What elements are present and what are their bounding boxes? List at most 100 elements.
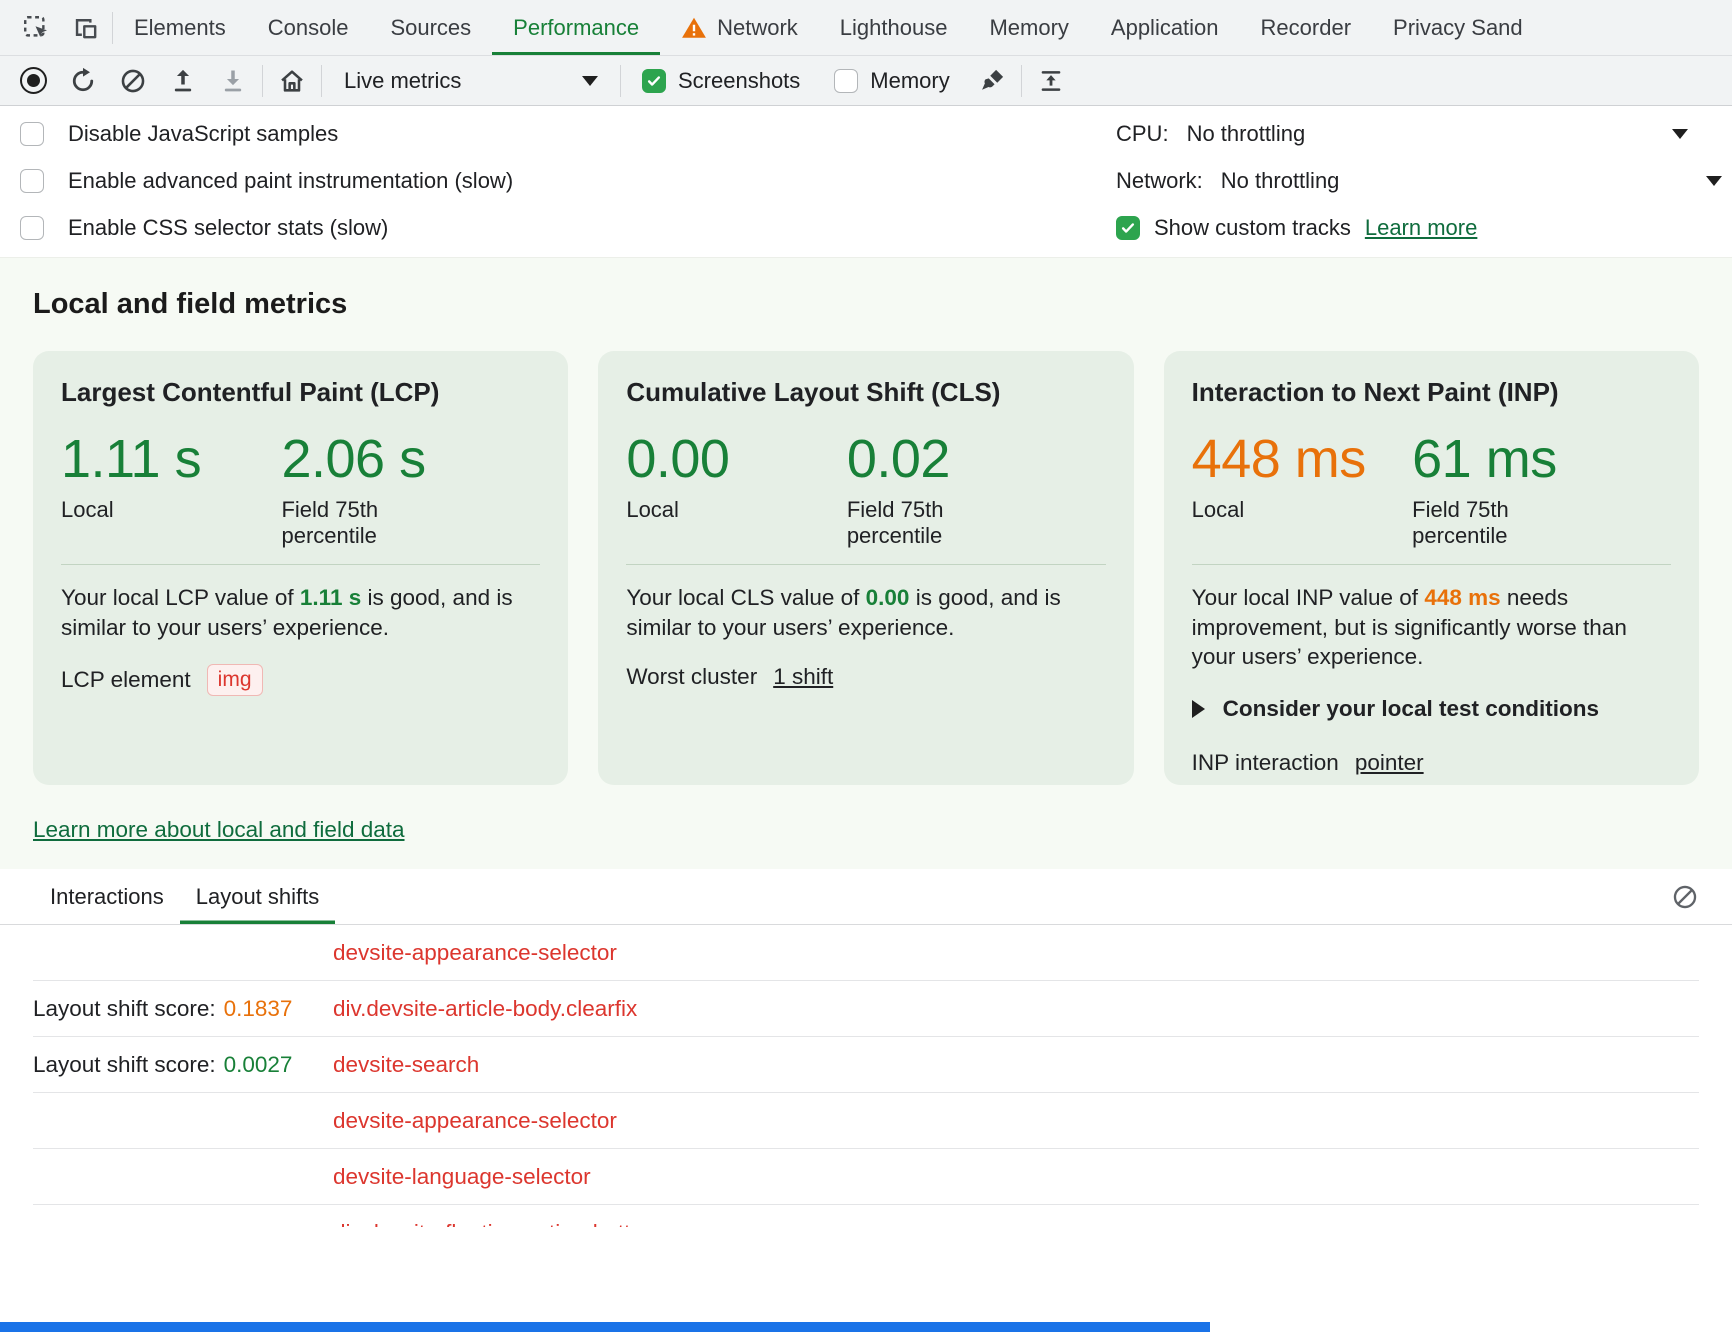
element-link[interactable]: devsite-appearance-selector bbox=[333, 940, 617, 966]
cls-local-value: 0.00 bbox=[626, 432, 846, 487]
worst-cluster-link[interactable]: 1 shift bbox=[773, 664, 833, 690]
tab-elements[interactable]: Elements bbox=[113, 0, 247, 55]
cls-values: 0.00 Local 0.02 Field 75th percentile bbox=[626, 432, 1105, 550]
scroll-indicator-bar[interactable] bbox=[0, 1322, 1210, 1332]
tab-privacy-sandbox[interactable]: Privacy Sand bbox=[1372, 0, 1544, 55]
tab-console[interactable]: Console bbox=[247, 0, 370, 55]
inp-interaction-link[interactable]: pointer bbox=[1355, 750, 1424, 776]
inspect-icon bbox=[21, 13, 50, 42]
tabbar-left-icons bbox=[0, 0, 112, 55]
local-test-conditions-label: Consider your local test conditions bbox=[1223, 696, 1599, 722]
devtools-tabbar: Elements Console Sources Performance Net… bbox=[0, 0, 1732, 56]
score-label: Layout shift score: bbox=[33, 996, 216, 1021]
inp-interaction-label: INP interaction bbox=[1192, 750, 1339, 776]
tab-memory[interactable]: Memory bbox=[968, 0, 1089, 55]
panel-adjust-button[interactable] bbox=[1030, 60, 1072, 102]
lcp-field-value: 2.06 s bbox=[281, 432, 540, 487]
record-and-reload-button[interactable] bbox=[62, 60, 104, 102]
device-toolbar-icon bbox=[71, 13, 100, 42]
tab-application[interactable]: Application bbox=[1090, 0, 1240, 55]
element-link[interactable]: devsite-appearance-selector bbox=[333, 1108, 617, 1134]
local-test-conditions-expander[interactable]: Consider your local test conditions bbox=[1192, 696, 1671, 722]
screenshots-label: Screenshots bbox=[678, 68, 800, 94]
record-button[interactable] bbox=[12, 60, 54, 102]
inp-local-label: Local bbox=[1192, 497, 1344, 523]
element-link[interactable]: devsite-language-selector bbox=[333, 1164, 591, 1190]
metric-card-lcp: Largest Contentful Paint (LCP) 1.11 s Lo… bbox=[33, 351, 568, 785]
inp-card-title: Interaction to Next Paint (INP) bbox=[1192, 377, 1671, 408]
option-css-selector-stats[interactable]: Enable CSS selector stats (slow) bbox=[0, 204, 1116, 251]
tab-sources[interactable]: Sources bbox=[369, 0, 492, 55]
element-link[interactable]: devsite-search bbox=[333, 1052, 479, 1078]
option-disable-js-samples[interactable]: Disable JavaScript samples bbox=[0, 110, 1116, 157]
lcp-element-chip[interactable]: img bbox=[207, 664, 263, 696]
tab-network[interactable]: Network bbox=[660, 0, 819, 55]
element-link[interactable]: div.devsite-article-body.clearfix bbox=[333, 996, 637, 1022]
divider bbox=[61, 564, 540, 565]
memory-toggle[interactable]: Memory bbox=[834, 68, 949, 94]
layout-shift-row[interactable]: Layout shift score:0.0027 devsite-search bbox=[33, 1037, 1699, 1093]
lcp-element-label: LCP element bbox=[61, 667, 191, 693]
desc-value: 448 ms bbox=[1424, 585, 1500, 610]
cls-card-title: Cumulative Layout Shift (CLS) bbox=[626, 377, 1105, 408]
live-metrics-log: Interactions Layout shifts devsite-appea… bbox=[0, 869, 1732, 1227]
cls-description: Your local CLS value of 0.00 is good, an… bbox=[626, 583, 1105, 642]
network-throttling-select[interactable]: No throttling bbox=[1221, 168, 1340, 194]
reload-icon bbox=[69, 67, 97, 95]
tab-performance[interactable]: Performance bbox=[492, 0, 660, 55]
layout-shift-row[interactable]: Layout shift score:0.1837 div.devsite-ar… bbox=[33, 981, 1699, 1037]
tab-interactions[interactable]: Interactions bbox=[34, 869, 180, 924]
lcp-footer: LCP element img bbox=[61, 664, 540, 696]
upload-icon bbox=[169, 67, 197, 95]
clear-button[interactable] bbox=[112, 60, 154, 102]
layout-shift-row[interactable]: div.devsite-floating-action-buttons bbox=[33, 1205, 1699, 1227]
tab-recorder[interactable]: Recorder bbox=[1240, 0, 1372, 55]
advanced-paint-checkbox[interactable] bbox=[20, 169, 44, 193]
lcp-card-title: Largest Contentful Paint (LCP) bbox=[61, 377, 540, 408]
load-profile-button[interactable] bbox=[162, 60, 204, 102]
screenshots-toggle[interactable]: Screenshots bbox=[642, 68, 800, 94]
css-selector-stats-checkbox[interactable] bbox=[20, 216, 44, 240]
live-metrics-dropdown[interactable]: Live metrics bbox=[330, 60, 612, 102]
worst-cluster-label: Worst cluster bbox=[626, 664, 757, 690]
disable-js-samples-label: Disable JavaScript samples bbox=[68, 121, 338, 147]
inspect-element-button[interactable] bbox=[14, 7, 56, 49]
disable-js-samples-checkbox[interactable] bbox=[20, 122, 44, 146]
row-score-cell: Layout shift score:0.0027 bbox=[33, 1052, 333, 1078]
device-toolbar-button[interactable] bbox=[64, 7, 106, 49]
row-score-cell bbox=[33, 940, 333, 966]
memory-label: Memory bbox=[870, 68, 949, 94]
element-link[interactable]: div.devsite-floating-action-buttons bbox=[333, 1220, 667, 1228]
lcp-values: 1.11 s Local 2.06 s Field 75th percentil… bbox=[61, 432, 540, 550]
tab-network-label: Network bbox=[717, 15, 798, 41]
cls-field-label: Field 75th percentile bbox=[847, 497, 999, 550]
layout-shift-row[interactable]: devsite-appearance-selector bbox=[33, 925, 1699, 981]
performance-toolbar: Live metrics Screenshots Memory bbox=[0, 56, 1732, 106]
garbage-collect-button[interactable] bbox=[971, 60, 1013, 102]
desc-value: 0.00 bbox=[866, 585, 910, 610]
advanced-paint-label: Enable advanced paint instrumentation (s… bbox=[68, 168, 513, 194]
tab-lighthouse[interactable]: Lighthouse bbox=[819, 0, 969, 55]
warning-icon bbox=[681, 15, 707, 41]
layout-shift-row[interactable]: devsite-language-selector bbox=[33, 1149, 1699, 1205]
memory-checkbox[interactable] bbox=[834, 69, 858, 93]
tab-layout-shifts[interactable]: Layout shifts bbox=[180, 869, 336, 924]
cpu-throttling-select[interactable]: No throttling bbox=[1187, 121, 1306, 147]
metric-cards: Largest Contentful Paint (LCP) 1.11 s Lo… bbox=[33, 351, 1699, 785]
desc-text: Your local CLS value of bbox=[626, 585, 865, 610]
custom-tracks-checkbox[interactable] bbox=[1116, 216, 1140, 240]
learn-more-link[interactable]: Learn more bbox=[1365, 215, 1478, 241]
option-advanced-paint[interactable]: Enable advanced paint instrumentation (s… bbox=[0, 157, 1116, 204]
chevron-down-icon[interactable] bbox=[1706, 176, 1722, 186]
save-profile-button[interactable] bbox=[212, 60, 254, 102]
inp-field-label: Field 75th percentile bbox=[1412, 497, 1564, 550]
learn-more-local-field-link[interactable]: Learn more about local and field data bbox=[33, 817, 405, 842]
clear-log-button[interactable] bbox=[1664, 876, 1706, 918]
brush-icon bbox=[978, 67, 1006, 95]
layout-shift-row[interactable]: devsite-appearance-selector bbox=[33, 1093, 1699, 1149]
chevron-down-icon[interactable] bbox=[1672, 129, 1688, 139]
home-button[interactable] bbox=[271, 60, 313, 102]
screenshots-checkbox[interactable] bbox=[642, 69, 666, 93]
inp-values: 448 ms Local 61 ms Field 75th percentile bbox=[1192, 432, 1671, 550]
lcp-local-label: Local bbox=[61, 497, 213, 523]
